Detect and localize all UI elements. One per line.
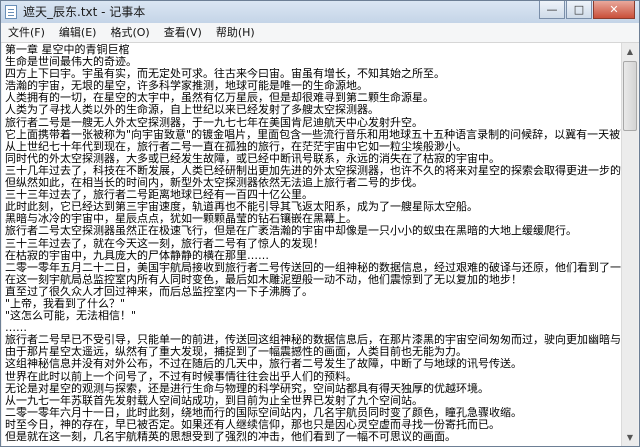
text-line: 这组神秘信息并没有对外公布，不过在随后的几天中，旅行者二号发生了故障，中断了与地…	[5, 358, 522, 371]
menu-help[interactable]: 帮助(H)	[209, 23, 262, 42]
text-line: 浩瀚的宇宙，无垠的星空，许多科学家推测，地球可能是唯一的生命源地。	[5, 80, 368, 93]
scroll-down-arrow-icon[interactable]: ▼	[622, 429, 638, 446]
text-line: 时至今日，神的存在，早已被否定。如果还有人继续信仰，那也只是因心灵空虚而寻找一份…	[5, 418, 500, 431]
text-line: 同时代的外太空探测器，大多或已经发生故障，或已经中断讯号联系，永远的消失在了枯寂…	[5, 152, 500, 165]
text-line: 但是就在这一刻，几名宇航精英的思想受到了强烈的冲击，他们看到了一幅不可思议的画面…	[5, 431, 456, 443]
title-bar[interactable]: 遮天_辰东.txt - 记事本 — □ ✕	[1, 1, 639, 23]
minimize-button[interactable]: —	[539, 1, 565, 19]
text-line: 二零一零年五月二十二日，美国宇航局接收到旅行者二号传送回的一组神秘的数据信息，经…	[5, 261, 621, 274]
close-button[interactable]: ✕	[593, 1, 635, 19]
text-line: 三十几年过去了，科技在不断发展，人类已经研制出更加先进的外太空探测器，也许不久的…	[5, 164, 621, 177]
text-line: 在这一刻宇航局总监控室内所有人同时变色，最后如木雕泥塑般一动不动，他们震惊到了无…	[5, 273, 522, 286]
document-text[interactable]: 第一章 星空中的青铜巨棺 生命是世间最伟大的奇迹。 四方上下曰宇。宇虽有实，而无定处…	[2, 43, 621, 443]
text-line: 由于那片星空太遥远，纵然有了重大发现，捕捉到了一幅震撼性的画面，人类目前也无能为…	[5, 346, 467, 359]
text-line: 人类为了寻找人类以外的生命源，自上世纪以来已经发射了多艘太空探测器。	[5, 104, 379, 117]
text-line: 此时此刻，它已经达到第三宇宙速度，轨道再也不能引导其飞返太阳系，成为了一艘星际太…	[5, 201, 478, 214]
text-line: 旅行者二号是一艘无人外太空探测器，于一九七七年在美国肯尼迪航天中心发射升空。	[5, 116, 423, 129]
window-controls: — □ ✕	[538, 1, 635, 20]
vertical-scrollbar[interactable]: ▲ ▼	[621, 43, 638, 446]
text-line: 第一章 星空中的青铜巨棺	[5, 44, 130, 56]
maximize-button[interactable]: □	[566, 1, 592, 19]
notepad-window: 遮天_辰东.txt - 记事本 — □ ✕ 文件(F) 编辑(E) 格式(O) …	[0, 0, 640, 447]
text-line: 从一九七一年苏联首先发射载人空间站成功，到目前为止全世界已发射了九个空间站。	[5, 394, 423, 407]
text-line: 旅行者二号太空探测器虽然正在极速飞行，但是在广袤浩瀚的宇宙中却像是一只小小的蚁虫…	[5, 225, 577, 238]
menu-file[interactable]: 文件(F)	[1, 23, 52, 42]
text-line: 生命是世间最伟大的奇迹。	[5, 56, 137, 69]
menu-format[interactable]: 格式(O)	[103, 23, 156, 42]
text-line: 旅行者二号早已不受引导，只能单一的前进，传送回这组神秘的数据信息后，在那片漆黑的…	[5, 334, 621, 347]
window-title: 遮天_辰东.txt - 记事本	[23, 5, 146, 19]
text-line: "这怎么可能，无法相信！"	[5, 310, 137, 323]
notepad-icon[interactable]	[5, 5, 17, 19]
text-line: 人类拥有的一切，在星空的太宇中，虽然有亿万星辰，但是却很难寻到第二颗生命源星。	[5, 92, 434, 105]
text-line: 四方上下曰宇。宇虽有实，而无定处可求。往古来今曰宙。宙虽有增长，不知其始之所至。	[5, 68, 445, 81]
text-line: 无论是对星空的观测与探索，还是进行生命与物理的科学研究，空间站都具有得天独厚的优…	[5, 382, 489, 395]
scrollbar-thumb[interactable]	[623, 61, 637, 131]
text-line: 从上世纪七十年代到现在，旅行者二号一直在孤独的旅行，在茫茫宇宙中它如一粒尘埃般渺…	[5, 140, 467, 153]
menu-edit[interactable]: 编辑(E)	[52, 23, 104, 42]
text-line: 它上面携带着一张被称为"向宇宙致意"的镀金唱片，里面包含一些流行音乐和用地球五十…	[5, 128, 621, 141]
text-line: 在枯寂的宇宙中，九具庞大的尸体静静的横在那里……	[5, 249, 269, 262]
text-line: 二零一零年六月十一日，此时此刻，绕地而行的国际空间站内，几名宇航员同时变了颜色，…	[5, 406, 522, 419]
text-line: 三十三年过去了，旅行者二号距离地球已经有一百四十亿公里。	[5, 189, 313, 202]
text-line: 黑暗与冰冷的宇宙中，星辰点点，犹如一颗颗晶莹的钻石镶嵌在黑幕上。	[5, 213, 357, 226]
text-line: 三十三年过去了，就在今天这一刻，旅行者二号有了惊人的发现！	[5, 237, 324, 250]
text-editor-area[interactable]: 第一章 星空中的青铜巨棺 生命是世间最伟大的奇迹。 四方上下曰宇。宇虽有实，而无定处…	[2, 43, 621, 446]
text-line: 但纵然如此，在相当长的时间内，新型外太空探测器依然无法追上旅行者二号的步伐。	[5, 177, 423, 190]
text-line: ……	[5, 322, 27, 335]
text-line: 直至过了很久众人才回过神来，而后总监控室内一下子沸腾了。	[5, 285, 313, 298]
menu-bar: 文件(F) 编辑(E) 格式(O) 查看(V) 帮助(H)	[1, 23, 639, 43]
text-line: "上帝，我看到了什么？"	[5, 297, 126, 310]
text-line: 世界在此时以前上一个问号了，不过有时候事情往往会出乎人们的预料。	[5, 370, 357, 383]
scroll-up-arrow-icon[interactable]: ▲	[622, 43, 638, 60]
menu-view[interactable]: 查看(V)	[157, 23, 209, 42]
